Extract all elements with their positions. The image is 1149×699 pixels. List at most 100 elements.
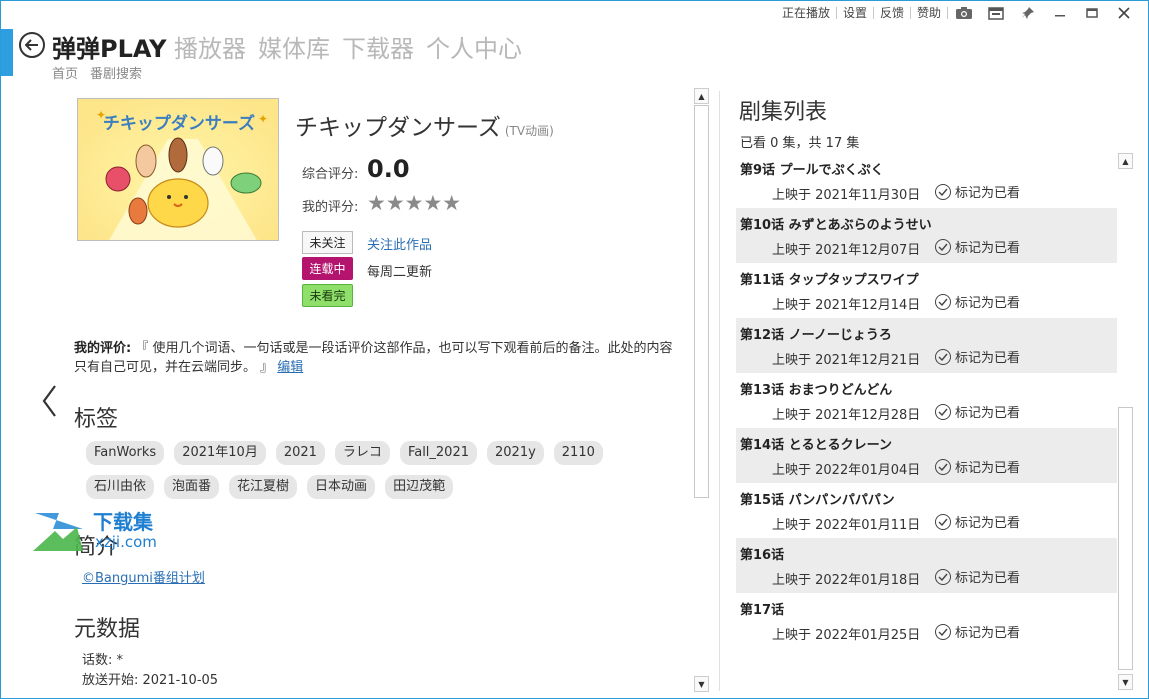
app-window: 正在播放 设置 反馈 赞助 弹弹PLAY 播放器 媒体库 下载器 个人中心 首页… [0,0,1149,699]
back-button[interactable] [19,32,45,58]
tag-item[interactable]: 泡面番 [164,475,220,499]
mark-watched-button[interactable]: 标记为已看 [935,237,1020,256]
episode-scrollbar-thumb[interactable] [1118,407,1133,670]
window-icon[interactable] [980,4,1012,22]
mark-watched-button[interactable]: 标记为已看 [935,512,1020,531]
episode-row[interactable]: 第11话 タップタップスワイプ 上映于 2021年12月14日 标记为已看 [736,263,1117,318]
nav-user-center[interactable]: 个人中心 [426,29,522,64]
nav-media-library[interactable]: 媒体库 [258,29,330,64]
follow-anime-link[interactable]: 关注此作品 [367,234,432,253]
scroll-down-button[interactable]: ▼ [694,676,709,692]
episode-row[interactable]: 第9话 プールでぷくぷく 上映于 2021年11月30日 标记为已看 [736,153,1117,208]
feedback-link[interactable]: 反馈 [874,7,911,19]
mark-watched-button[interactable]: 标记为已看 [935,567,1020,586]
update-schedule: 每周二更新 [367,265,433,280]
airing-status-badge: 连载中 [302,257,353,280]
overall-score-label: 综合评分: [302,167,359,182]
episode-name: 第15话 パンパンパパパン [740,493,895,508]
tag-item[interactable]: ラレコ [334,441,390,465]
breadcrumb-anime-search[interactable]: 番剧搜索 [90,63,142,82]
tag-item[interactable]: 2110 [553,441,603,465]
my-score-label: 我的评分: [302,200,359,215]
my-review: 我的评价: 『 使用几个词语、一句话或是一段话评价这部作品，也可以写下观看前后的… [74,339,680,377]
tag-item[interactable]: 2021y [487,441,544,465]
episode-list-heading: 剧集列表 [739,100,828,125]
mark-watched-button[interactable]: 标记为已看 [935,402,1020,421]
mark-watched-label: 标记为已看 [955,351,1021,366]
close-icon[interactable] [1108,4,1140,22]
episode-scroll-down-button[interactable]: ▼ [1118,674,1133,690]
check-circle-icon [935,183,951,200]
tag-item[interactable]: 花江夏樹 [229,475,298,499]
tag-list: FanWorks 2021年10月 2021 ラレコ Fall_2021 202… [86,441,686,509]
tags-heading: 标签 [74,407,119,432]
mark-watched-button[interactable]: 标记为已看 [935,182,1020,201]
panel-divider [719,91,720,691]
mark-watched-button[interactable]: 标记为已看 [935,347,1020,366]
episode-name: 第13话 おまつりどんどん [740,383,893,398]
window-toolbar: 正在播放 设置 反馈 赞助 [776,4,1140,22]
anime-type: (TV动画) [504,124,554,138]
mark-watched-button[interactable]: 标记为已看 [935,622,1020,641]
mark-watched-label: 标记为已看 [955,406,1021,421]
my-rating-stars[interactable]: ★★★★★ [367,191,461,215]
episode-name: 第17话 [740,603,785,618]
svg-text:✦: ✦ [258,112,268,126]
follow-status-badge: 未关注 [302,231,353,254]
check-circle-icon [935,238,951,255]
anime-title-text: チキップダンサーズ [295,115,501,141]
nav-downloader[interactable]: 下载器 [342,29,414,64]
episode-row[interactable]: 第15话 パンパンパパパン 上映于 2022年01月11日 标记为已看 [736,483,1117,538]
svg-text:✦: ✦ [96,108,106,122]
sponsor-link[interactable]: 赞助 [911,7,948,19]
episode-list: 第9话 プールでぷくぷく 上映于 2021年11月30日 标记为已看 第10话 … [736,153,1117,698]
episode-row[interactable]: 第16话 上映于 2022年01月18日 标记为已看 [736,538,1117,593]
now-playing-link[interactable]: 正在播放 [776,7,837,19]
edit-review-link[interactable]: 编辑 [277,360,303,375]
episode-row[interactable]: 第14话 とるとるクレーン 上映于 2022年01月04日 标记为已看 [736,428,1117,483]
mark-watched-button[interactable]: 标记为已看 [935,292,1020,311]
tag-item[interactable]: 日本动画 [307,475,376,499]
episode-row[interactable]: 第13话 おまつりどんどん 上映于 2021年12月28日 标记为已看 [736,373,1117,428]
tag-item[interactable]: 石川由依 [86,475,155,499]
svg-text:チキップダンサーズ: チキップダンサーズ [103,113,255,134]
episode-row[interactable]: 第17话 上映于 2022年01月25日 标记为已看 [736,593,1117,648]
anime-cover: チキップダンサーズ ✦ ✦ [77,98,279,241]
episode-row[interactable]: 第12话 ノーノーじょうろ 上映于 2021年12月21日 标记为已看 [736,318,1117,373]
check-circle-icon [935,623,951,640]
watch-status-button[interactable]: 未看完 [302,284,353,307]
bangumi-source-link[interactable]: ©Bangumi番组计划 [82,567,205,586]
check-circle-icon [935,458,951,475]
tag-item[interactable]: Fall_2021 [399,441,477,465]
episode-row[interactable]: 第10话 みずとあぶらのようせい 上映于 2021年12月07日 标记为已看 [736,208,1117,263]
minimize-icon[interactable] [1044,4,1076,22]
scrollbar-thumb[interactable] [694,105,709,498]
chevron-left-icon[interactable] [40,383,60,419]
review-text: 『 使用几个词语、一句话或是一段话评价这部作品，也可以写下观看前后的备注。此处的… [74,341,673,375]
maximize-icon[interactable] [1076,4,1108,22]
main-nav: 播放器 媒体库 下载器 个人中心 [174,29,534,64]
breadcrumb-home[interactable]: 首页 [52,63,78,82]
scroll-up-button[interactable]: ▲ [694,88,709,104]
episode-list-scrollbar[interactable]: ▲ ▼ [1117,153,1134,690]
camera-icon[interactable] [948,4,980,22]
settings-link[interactable]: 设置 [837,7,874,19]
tag-item[interactable]: 田辺茂範 [385,475,454,499]
episode-scroll-up-button[interactable]: ▲ [1118,153,1133,169]
mark-watched-button[interactable]: 标记为已看 [935,457,1020,476]
tag-item[interactable]: 2021年10月 [174,441,266,465]
review-label: 我的评价: [74,341,132,356]
tag-item[interactable]: 2021 [275,441,325,465]
episode-date: 上映于 2022年01月11日 [772,518,921,533]
pin-icon[interactable] [1012,4,1044,22]
check-circle-icon [935,403,951,420]
mark-watched-label: 标记为已看 [955,516,1021,531]
nav-player[interactable]: 播放器 [174,29,246,64]
tag-item[interactable]: FanWorks [86,441,165,465]
mark-watched-label: 标记为已看 [955,296,1021,311]
episode-date: 上映于 2021年12月14日 [772,298,921,313]
metadata-heading: 元数据 [74,617,141,642]
content-scrollbar[interactable]: ▲ ▼ [693,88,710,692]
accent-strip [1,29,13,76]
check-circle-icon [935,348,951,365]
